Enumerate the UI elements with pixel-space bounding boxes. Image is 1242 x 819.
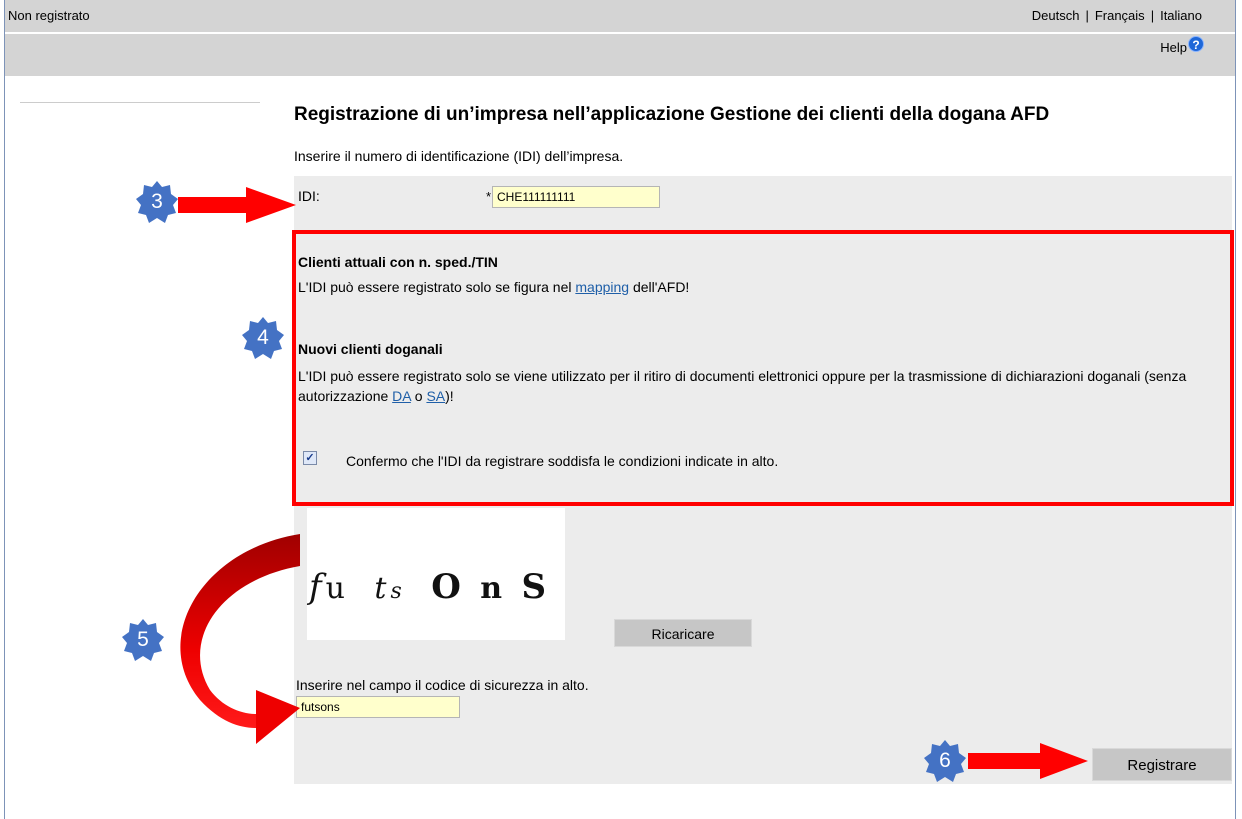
lang-francais-link[interactable]: Français	[1095, 8, 1145, 23]
lang-deutsch-link[interactable]: Deutsch	[1032, 8, 1080, 23]
arrow-step5-curved-icon	[180, 534, 300, 744]
help-icon: ?	[1188, 36, 1204, 52]
reload-captcha-button[interactable]: Ricaricare	[614, 619, 752, 647]
page-title: Registrazione di un’impresa nell’applica…	[294, 104, 1050, 125]
page-intro: Inserire il numero di identificazione (I…	[294, 148, 624, 164]
step-badge-6: 6	[924, 740, 966, 782]
step-badge-3: 3	[136, 181, 178, 223]
lang-italiano-link[interactable]: Italiano	[1160, 8, 1202, 23]
login-status: Non registrato	[8, 8, 90, 23]
idi-input[interactable]: CHE111111111	[492, 186, 660, 208]
top-bar-divider	[5, 32, 1235, 34]
help-label: Help	[1160, 40, 1187, 55]
sidebar-divider	[20, 102, 260, 103]
step-badge-4: 4	[242, 317, 284, 359]
arrow-step6-icon	[968, 743, 1088, 779]
annotation-highlight-box	[292, 230, 1234, 506]
step-badge-6-label: 6	[939, 749, 951, 772]
required-mark: *	[486, 189, 492, 204]
lang-separator: |	[1150, 8, 1155, 23]
arrow-step3-icon	[178, 187, 296, 223]
register-button[interactable]: Registrare	[1092, 748, 1232, 781]
help-link[interactable]: Help?	[1160, 36, 1204, 56]
step-badge-5-label: 5	[137, 628, 149, 651]
step-badge-5: 5	[122, 619, 164, 661]
step-badge-4-label: 4	[257, 326, 269, 349]
step-badge-3-label: 3	[151, 190, 163, 213]
language-switcher: Deutsch | Français | Italiano	[1032, 8, 1202, 23]
idi-label: IDI:	[298, 188, 320, 204]
lang-separator: |	[1085, 8, 1089, 23]
